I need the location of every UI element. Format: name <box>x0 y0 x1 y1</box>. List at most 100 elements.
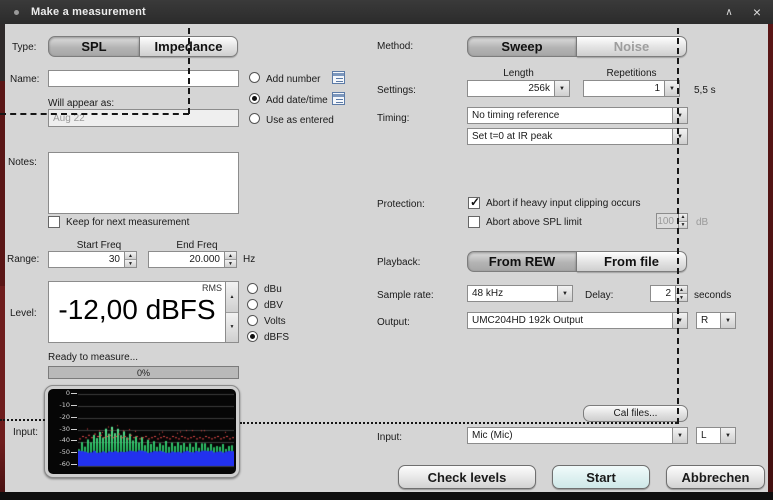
level-label: Level: <box>10 308 37 319</box>
timing-t0-dropdown-icon[interactable] <box>672 129 687 144</box>
start-freq-label: Start Freq <box>76 240 122 251</box>
from-file-label: From file <box>604 254 659 269</box>
timing-t0-select[interactable]: Set t=0 at IR peak <box>467 128 688 145</box>
spec-axis-30: -30 <box>59 425 70 433</box>
input-device-dropdown-icon[interactable] <box>672 428 687 443</box>
protection-label: Protection: <box>377 199 425 210</box>
end-freq-value: 20.000 <box>189 254 220 265</box>
output-device-dropdown-icon[interactable] <box>672 313 687 328</box>
level-spinner[interactable]: RMS -12,00 dBFS <box>48 281 239 343</box>
abort-spl-checkbox[interactable] <box>468 216 480 228</box>
close-window-icon[interactable] <box>744 0 770 24</box>
input-device-value: Mic (Mic) <box>472 430 513 441</box>
will-appear-as-label: Will appear as: <box>48 98 115 109</box>
sample-rate-select[interactable]: 48 kHz <box>467 285 573 302</box>
settings-label: Settings: <box>377 85 416 96</box>
start-freq-spin-icons[interactable] <box>124 252 136 267</box>
length-dropdown-icon[interactable] <box>554 81 569 96</box>
end-freq-spin-icons[interactable] <box>224 252 236 267</box>
abort-clipping-checkbox[interactable] <box>468 195 480 209</box>
add-datetime-radio[interactable] <box>249 93 260 104</box>
name-input[interactable] <box>48 70 239 87</box>
input-meter-label: Input: <box>13 427 39 438</box>
window-title: Make a measurement <box>31 6 146 18</box>
db-label: dB <box>696 217 709 228</box>
unit-dbu-label: dBu <box>264 284 282 295</box>
hz-label: Hz <box>243 254 256 265</box>
input-channel-dropdown-icon[interactable] <box>720 428 735 443</box>
end-freq-spinner[interactable]: 20.000 <box>148 251 237 268</box>
method-label: Method: <box>377 41 414 52</box>
playback-from-rew-button[interactable]: From REW <box>467 251 577 272</box>
unit-dbu-radio[interactable] <box>247 283 258 294</box>
drag-outline-vertical-left <box>188 28 190 114</box>
drag-outline-vertical-right <box>677 28 679 424</box>
unit-dbv-radio[interactable] <box>247 299 258 310</box>
type-spl-button[interactable]: SPL <box>48 36 140 57</box>
method-noise-button[interactable]: Noise <box>577 36 687 57</box>
make-a-measurement-dialog: Make a measurement Type: SPL Impedance N… <box>0 0 773 500</box>
repetitions-select[interactable]: 1 <box>583 80 680 97</box>
cancel-button[interactable]: Abbrechen <box>666 465 765 489</box>
from-rew-label: From REW <box>488 254 556 269</box>
range-label: Range: <box>7 254 40 265</box>
method-sweep-button[interactable]: Sweep <box>467 36 577 57</box>
start-freq-spinner[interactable]: 30 <box>48 251 137 268</box>
number-scheme-icon[interactable] <box>332 71 345 84</box>
input-device-label: Input: <box>377 432 403 443</box>
length-value: 256k <box>528 83 550 94</box>
unit-dbfs-radio[interactable] <box>247 331 258 342</box>
delay-value: 2 <box>665 288 671 299</box>
spl-limit-spinner[interactable]: 100 <box>656 213 688 229</box>
length-select[interactable]: 256k <box>467 80 570 97</box>
spectrum-canvas <box>78 392 234 470</box>
abort-clipping-label: Abort if heavy input clipping occurs <box>486 198 641 209</box>
use-as-entered-radio[interactable] <box>249 113 260 124</box>
check-levels-button[interactable]: Check levels <box>398 465 536 489</box>
timing-t0-value: Set t=0 at IR peak <box>472 131 553 142</box>
output-channel-select[interactable]: R <box>696 312 736 329</box>
input-device-select[interactable]: Mic (Mic) <box>467 427 688 444</box>
seconds-label: seconds <box>694 290 732 301</box>
level-display: RMS -12,00 dBFS <box>49 282 225 342</box>
use-as-entered-label: Use as entered <box>266 115 334 126</box>
name-label: Name: <box>10 74 40 85</box>
input-channel-select[interactable]: L <box>696 427 736 444</box>
cal-files-button[interactable]: Cal files... <box>583 405 688 422</box>
level-spin-icons[interactable] <box>225 282 238 342</box>
window-icon <box>14 9 19 15</box>
type-label: Type: <box>12 42 37 53</box>
notes-textarea[interactable] <box>48 152 239 214</box>
keep-for-next-checkbox[interactable] <box>48 216 60 228</box>
output-device-value: UMC204HD 192k Output <box>472 315 584 326</box>
timing-reference-dropdown-icon[interactable] <box>672 108 687 123</box>
spec-tick <box>71 429 77 430</box>
playback-from-file-button[interactable]: From file <box>577 251 687 272</box>
title-bar[interactable]: Make a measurement <box>0 0 773 24</box>
spec-tick <box>71 405 77 406</box>
spl-limit-spin-icons[interactable] <box>678 214 687 228</box>
progress-text: 0% <box>136 367 150 378</box>
timing-reference-select[interactable]: No timing reference <box>467 107 688 124</box>
add-datetime-label: Add date/time <box>266 95 328 106</box>
spec-tick <box>71 452 77 453</box>
shade-window-icon[interactable] <box>716 0 742 24</box>
start-button[interactable]: Start <box>552 465 650 489</box>
background-app-left-edge <box>0 24 5 500</box>
start-freq-value: 30 <box>108 254 120 265</box>
output-channel-dropdown-icon[interactable] <box>720 313 735 328</box>
delay-spinner[interactable]: 2 <box>650 285 688 302</box>
background-app-right-edge <box>768 24 773 492</box>
datetime-scheme-icon[interactable] <box>332 92 345 105</box>
unit-volts-radio[interactable] <box>247 315 258 326</box>
spec-axis-60: -60 <box>59 460 70 468</box>
output-device-select[interactable]: UMC204HD 192k Output <box>467 312 688 329</box>
unit-dbv-label: dBV <box>264 300 283 311</box>
spec-tick <box>71 393 77 394</box>
playback-label: Playback: <box>377 257 421 268</box>
add-number-radio[interactable] <box>249 72 260 83</box>
input-channel-value: L <box>701 430 707 441</box>
sample-rate-dropdown-icon[interactable] <box>557 286 572 301</box>
timing-label: Timing: <box>377 113 410 124</box>
input-spectrum-panel[interactable]: 0 -10 -20 -30 -40 -50 -60 <box>44 385 240 478</box>
